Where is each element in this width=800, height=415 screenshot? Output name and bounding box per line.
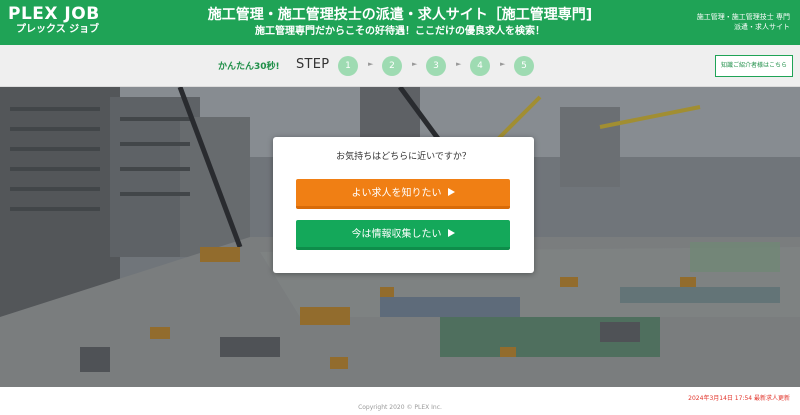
last-updated: 2024年3月14日 17:54 最新求人更新 [688, 395, 790, 402]
copyright: Copyright 2020 © PLEX Inc. [358, 404, 442, 411]
step-hint: かんたん30秒! [218, 62, 280, 72]
step-2: 2 [382, 56, 402, 76]
gather-info-label: 今は情報収集したい [351, 229, 442, 240]
site-header: PLEX JOB プレックス ジョブ 施工管理・施工管理技士の派遣・求人サイト［… [0, 0, 800, 45]
step-arrow-icon: ► [456, 60, 462, 68]
page-footer: 2024年3月14日 17:54 最新求人更新 Copyright 2020 ©… [0, 387, 800, 415]
step-4: 4 [470, 56, 490, 76]
header-tagline: 施工管理・施工管理技士 専門 派遣・求人サイト [680, 12, 790, 32]
logo-sub-text: プレックス ジョブ [16, 24, 100, 35]
step-label: STEP [296, 57, 330, 72]
modal-question: お気持ちはどちらに近いですか？ [336, 152, 471, 162]
refer-button[interactable]: 知識ご紹介者様はこちら [715, 55, 793, 77]
step-arrow-icon: ► [500, 60, 506, 68]
find-good-jobs-label: よい求人を知りたい [351, 188, 442, 199]
find-good-jobs-button[interactable]: よい求人を知りたい [296, 179, 510, 209]
site-subtitle: 施工管理専門だからこその好待遇！ここだけの優良求人を検索！ [255, 26, 545, 37]
logo-main-text: PLEX JOB [8, 4, 100, 24]
header-tagline-line1: 施工管理・施工管理技士 専門 [696, 13, 790, 21]
step-arrow-icon: ► [412, 60, 418, 68]
step-arrow-icon: ► [368, 60, 374, 68]
header-tagline-line2: 派遣・求人サイト [734, 23, 790, 31]
question-modal: お気持ちはどちらに近いですか？ よい求人を知りたい 今は情報収集したい [273, 137, 534, 273]
play-arrow-icon [447, 188, 455, 196]
step-3: 3 [426, 56, 446, 76]
step-bar: かんたん30秒! STEP 1 ► 2 ► 3 ► 4 ► 5 知識ご紹介者様は… [0, 45, 800, 87]
step-5: 5 [514, 56, 534, 76]
step-1: 1 [338, 56, 358, 76]
gather-info-button[interactable]: 今は情報収集したい [296, 220, 510, 250]
logo[interactable]: PLEX JOB プレックス ジョブ [8, 5, 100, 37]
play-arrow-icon [447, 229, 455, 237]
site-title: 施工管理・施工管理技士の派遣・求人サイト［施工管理専門] [207, 7, 593, 23]
